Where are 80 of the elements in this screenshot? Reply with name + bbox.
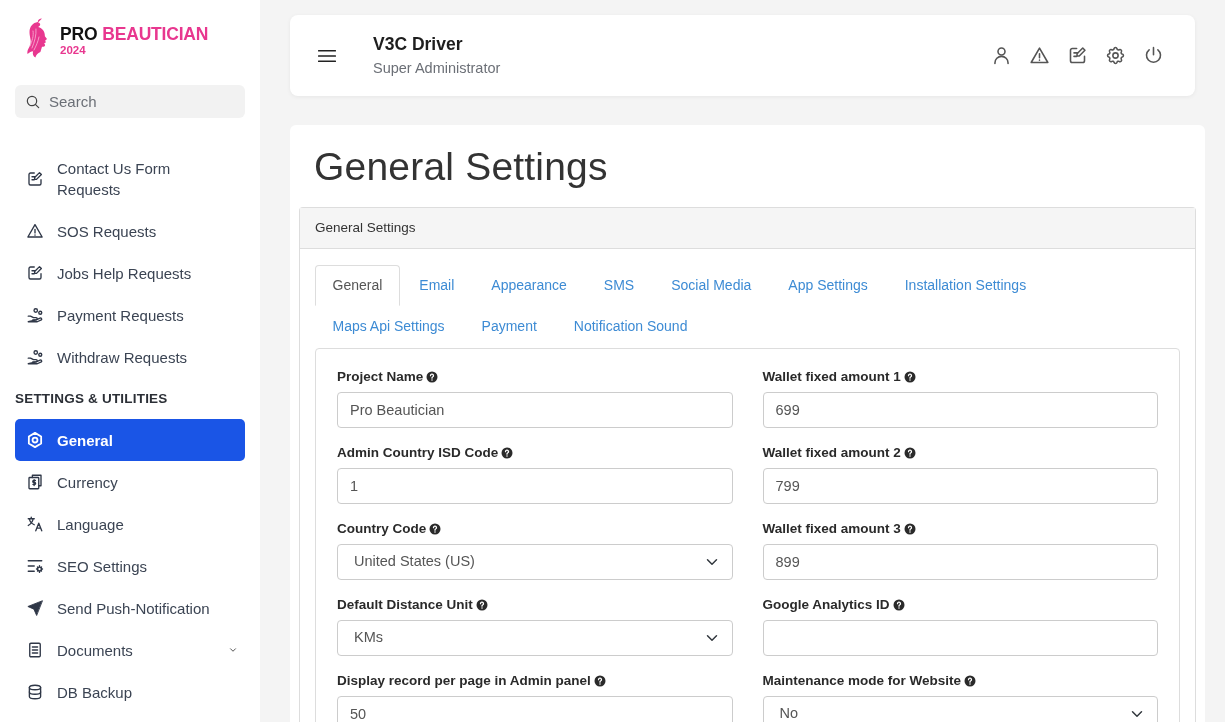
dropdown[interactable]: KMs — [337, 620, 733, 656]
menu-icon[interactable] — [318, 48, 336, 63]
field-label: Default Distance Unit — [337, 596, 473, 614]
sidebar-item[interactable]: Documents — [15, 629, 245, 671]
field-label: Country Code — [337, 520, 427, 538]
user-icon[interactable] — [991, 45, 1012, 66]
tab[interactable]: Installation Settings — [887, 265, 1044, 306]
help-icon[interactable] — [501, 447, 514, 459]
tab[interactable]: Social Media — [653, 265, 769, 306]
hand-coins-icon — [26, 306, 44, 324]
field-label: Admin Country ISD Code — [337, 444, 499, 462]
search-field[interactable]: Search — [15, 85, 245, 118]
help-icon[interactable] — [964, 675, 977, 687]
input-field[interactable]: Pro Beautician — [337, 392, 733, 428]
sidebar-item[interactable]: Contact Us Form Requests — [15, 147, 245, 210]
help-icon[interactable] — [903, 523, 916, 535]
hand-coins-icon — [26, 348, 44, 366]
warning-icon[interactable] — [1029, 45, 1050, 66]
translate-icon — [26, 515, 44, 533]
tab[interactable]: General — [315, 265, 400, 306]
sidebar-item[interactable]: Currency — [15, 461, 245, 503]
field-label: Wallet fixed amount 3 — [762, 520, 901, 538]
panel-heading: General Settings — [300, 208, 1195, 249]
help-icon[interactable] — [903, 371, 916, 383]
sidebar-item[interactable]: Jobs Help Requests — [15, 252, 245, 294]
database-icon — [26, 683, 44, 701]
input-field[interactable] — [762, 620, 1158, 656]
document-icon — [26, 641, 44, 659]
input-field[interactable]: 50 — [337, 696, 733, 722]
dropdown[interactable]: No — [762, 696, 1158, 722]
help-icon[interactable] — [903, 447, 916, 459]
field-label: Display record per page in Admin panel — [337, 672, 591, 690]
paper-plane-icon — [26, 599, 44, 617]
tab[interactable]: Notification Sound — [556, 306, 705, 347]
help-icon[interactable] — [892, 599, 905, 611]
section-heading: SETTINGS & UTILITIES — [15, 389, 169, 408]
help-icon[interactable] — [429, 523, 442, 535]
sidebar-item[interactable]: Payment Requests — [15, 294, 245, 336]
warning-icon — [26, 222, 44, 240]
user-name: V3C Driver — [373, 33, 464, 55]
sidebar-item[interactable]: Withdraw Requests — [15, 336, 245, 378]
page-title: General Settings — [314, 144, 609, 189]
sidebar-item[interactable]: SOS Requests — [15, 210, 245, 252]
input-field[interactable]: 899 — [762, 544, 1158, 580]
dollar-document-icon — [26, 473, 44, 491]
settings-icon[interactable] — [1105, 45, 1126, 66]
field-label: Google Analytics ID — [762, 596, 890, 614]
logo-text: PRO — [60, 25, 98, 43]
help-icon[interactable] — [475, 599, 488, 611]
dropdown[interactable]: United States (US) — [337, 544, 733, 580]
field-label: Wallet fixed amount 2 — [762, 444, 901, 462]
sidebar-item[interactable]: Language — [15, 503, 245, 545]
tab[interactable]: Email — [401, 265, 472, 306]
input-field[interactable]: 699 — [762, 392, 1158, 428]
field-label: Project Name — [337, 368, 424, 386]
tab[interactable]: SMS — [586, 265, 652, 306]
tab[interactable]: Payment — [464, 306, 555, 347]
logo-text: BEAUTICIAN — [102, 25, 209, 43]
tab[interactable]: App Settings — [770, 265, 886, 306]
sidebar-item[interactable]: SEO Settings — [15, 545, 245, 587]
note-pencil-icon — [26, 169, 44, 188]
tab[interactable]: Appearance — [473, 265, 585, 306]
list-gear-icon — [26, 557, 44, 575]
field-label: Wallet fixed amount 1 — [762, 368, 901, 386]
note-pencil-icon[interactable] — [1067, 45, 1088, 66]
logo-year: 2024 — [60, 45, 86, 57]
tab[interactable]: Maps Api Settings — [315, 306, 463, 347]
search-icon — [25, 93, 41, 110]
note-pencil-icon — [26, 264, 44, 282]
field-label: Maintenance mode for Website — [762, 672, 962, 690]
hexagon-icon — [26, 431, 44, 449]
sidebar-item[interactable]: Send Push-Notification — [15, 587, 245, 629]
help-icon[interactable] — [593, 675, 606, 687]
help-icon[interactable] — [426, 371, 439, 383]
sidebar-item[interactable]: General — [15, 419, 245, 461]
power-icon[interactable] — [1143, 45, 1164, 66]
sidebar-item[interactable]: DB Backup — [15, 671, 245, 713]
user-role: Super Administrator — [373, 59, 501, 78]
input-field[interactable]: 1 — [337, 468, 733, 504]
input-field[interactable]: 799 — [762, 468, 1158, 504]
